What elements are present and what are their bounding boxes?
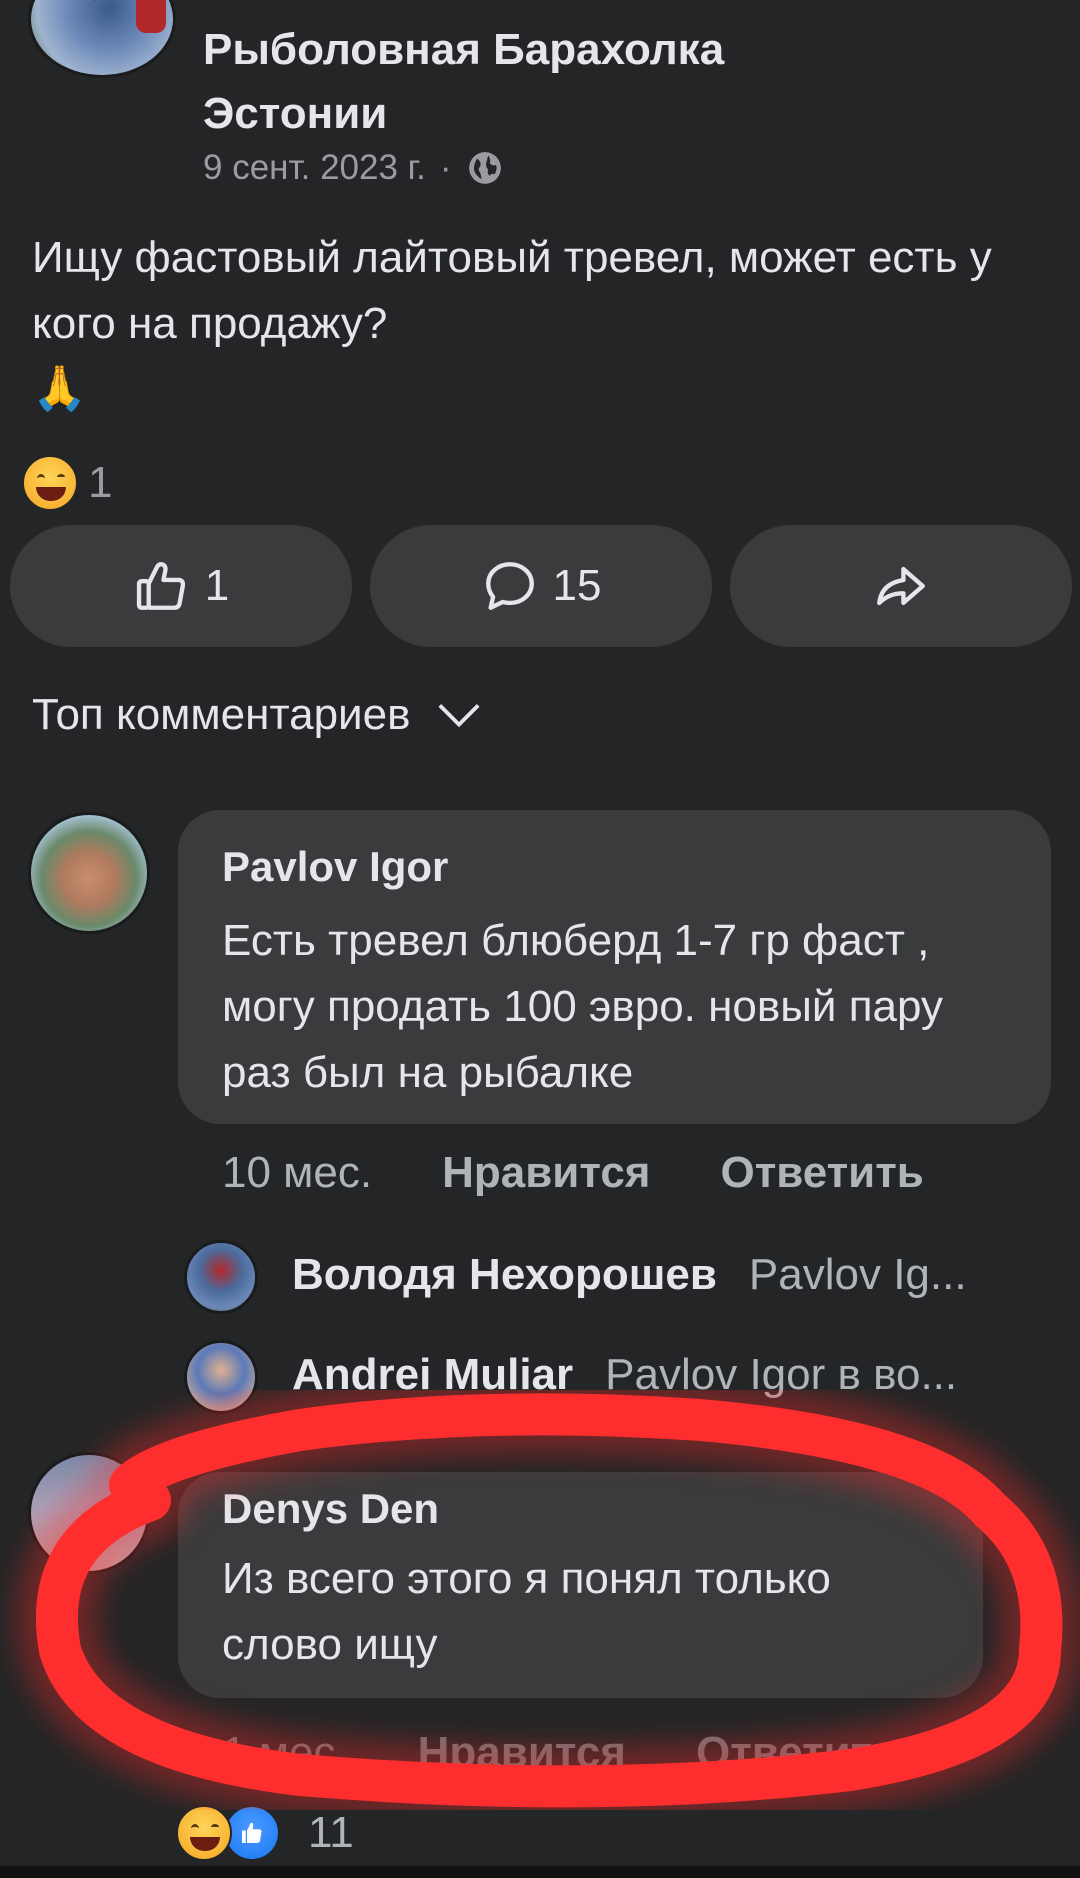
post-text: Ищу фастовый лайтовый тревел, может есть…	[32, 233, 992, 348]
comment-bubble: Pavlov Igor Есть тревел блюберд 1-7 гр ф…	[178, 810, 1051, 1124]
comment-count: 15	[552, 561, 602, 610]
comment-time[interactable]: 10 мес.	[222, 1148, 372, 1198]
comments-sort-toggle[interactable]: Топ комментариев	[32, 690, 482, 740]
post-meta: 9 сент. 2023 г. ·	[203, 148, 504, 188]
share-button[interactable]	[730, 525, 1072, 647]
avatar[interactable]	[28, 812, 150, 934]
comment-meta: 1 мес. Нравится Ответить	[222, 1728, 899, 1778]
chevron-down-icon	[438, 704, 480, 728]
reaction-count: 1	[88, 458, 113, 507]
reply-author: Володя Нехорошев	[292, 1250, 717, 1299]
reaction-summary[interactable]: 1	[22, 455, 112, 511]
reply-avatar[interactable]	[184, 1340, 258, 1414]
bottom-edge	[0, 1866, 1080, 1878]
sort-label: Топ комментариев	[32, 690, 411, 739]
reply-preview[interactable]: Andrei Muliar Pavlov Igor в во...	[292, 1350, 957, 1400]
comment-reply-button[interactable]: Ответить	[696, 1728, 899, 1778]
avatar[interactable]	[28, 1452, 150, 1574]
group-avatar[interactable]	[28, 0, 176, 78]
reply-author: Andrei Muliar	[292, 1350, 574, 1399]
comment-button[interactable]: 15	[370, 525, 712, 647]
comment-bubble-icon	[485, 562, 534, 610]
reply-avatar[interactable]	[184, 1240, 258, 1314]
comment-reaction-count: 11	[308, 1808, 354, 1857]
meta-separator: ·	[439, 148, 452, 187]
pray-emoji: 🙏	[32, 364, 87, 413]
laugh-reaction-icon	[22, 455, 78, 511]
reply-snippet: Pavlov Igor в во...	[605, 1350, 958, 1399]
thumbs-up-icon	[136, 562, 185, 610]
comment-bubble: Denys Den Из всего этого я понял только …	[178, 1472, 983, 1698]
reply-snippet: Pavlov Ig...	[748, 1250, 967, 1299]
globe-icon	[468, 152, 501, 184]
group-name[interactable]: Рыболовная Барахолка Эстонии	[203, 18, 823, 146]
comment-time[interactable]: 1 мес.	[222, 1728, 348, 1778]
like-button[interactable]: 1	[10, 525, 352, 647]
reply-preview[interactable]: Володя Нехорошев Pavlov Ig...	[292, 1250, 967, 1300]
comment-reactions[interactable]: 11	[176, 1805, 354, 1861]
post-date[interactable]: 9 сент. 2023 г.	[203, 148, 426, 188]
like-reaction-icon	[224, 1805, 280, 1861]
share-arrow-icon	[877, 566, 925, 606]
laugh-reaction-icon	[176, 1805, 232, 1861]
comment-author[interactable]: Denys Den	[222, 1482, 939, 1536]
comment-meta: 10 мес. Нравится Ответить	[222, 1148, 924, 1198]
comment-reply-button[interactable]: Ответить	[720, 1148, 923, 1198]
comment-author[interactable]: Pavlov Igor	[222, 840, 1007, 894]
comment-like-button[interactable]: Нравится	[442, 1148, 650, 1198]
comment-text: Из всего этого я понял только слово ищу	[222, 1554, 831, 1669]
comment-like-button[interactable]: Нравится	[418, 1728, 626, 1778]
like-count: 1	[204, 561, 230, 610]
comment-text: Есть тревел блюберд 1-7 гр фаст , могу п…	[222, 916, 943, 1097]
